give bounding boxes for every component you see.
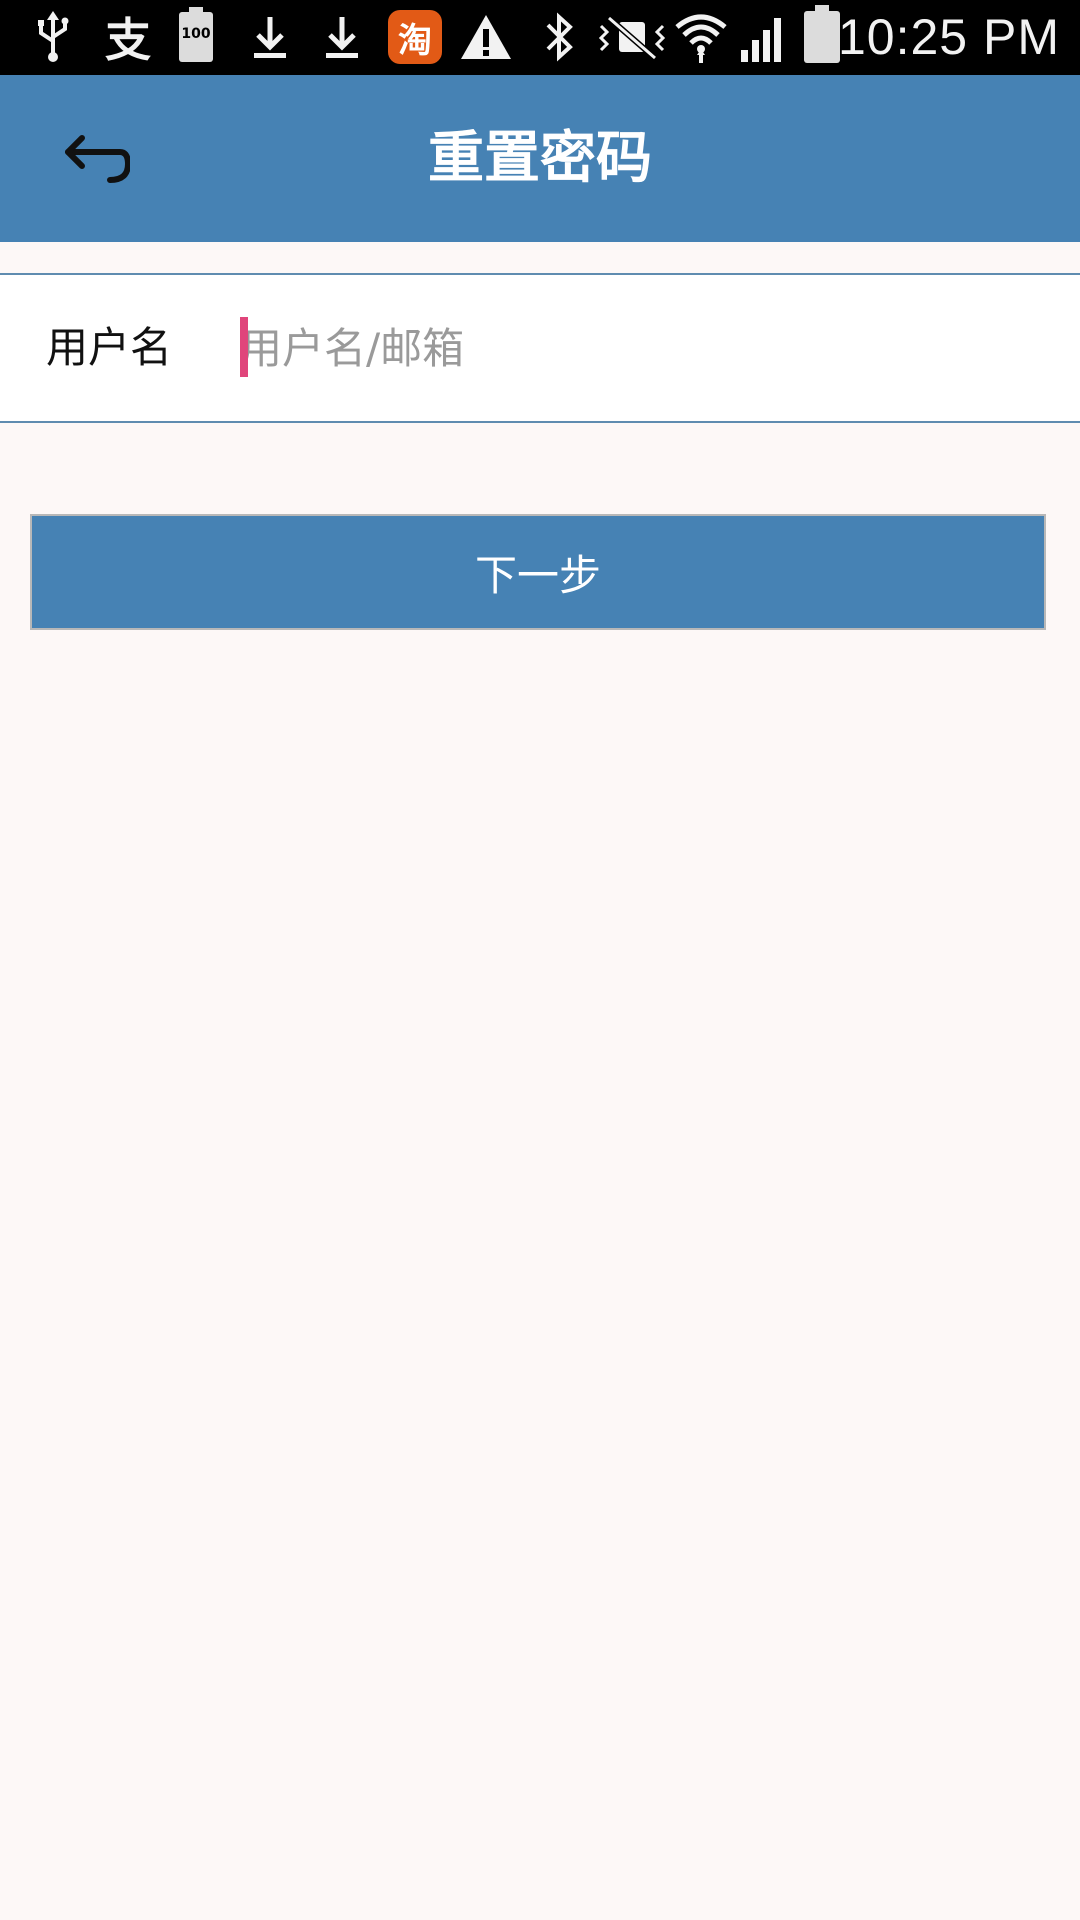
text-cursor	[240, 317, 248, 377]
taobao-icon: 淘	[386, 8, 444, 66]
taobao-glyph: 淘	[388, 10, 442, 64]
usb-icon	[28, 8, 78, 66]
wifi-icon	[674, 8, 728, 66]
download-icon	[320, 8, 364, 66]
page-title: 重置密码	[428, 126, 652, 191]
back-arrow-icon	[65, 135, 130, 183]
app-bar: 重置密码	[0, 75, 1080, 242]
status-bar: 支 100 淘 10:25 PM	[0, 0, 1080, 75]
username-input[interactable]	[240, 311, 1040, 385]
back-button[interactable]	[52, 117, 138, 203]
username-label: 用户名	[46, 323, 173, 372]
battery-level-text: 100	[181, 26, 211, 42]
warning-icon	[458, 8, 514, 66]
username-row: 用户名	[0, 273, 1080, 423]
signal-icon	[738, 8, 788, 66]
status-time: 10:25 PM	[837, 9, 1060, 65]
next-button[interactable]: 下一步	[30, 514, 1046, 630]
download-icon	[248, 8, 292, 66]
bluetooth-icon	[538, 8, 580, 66]
battery-100-icon: 100	[176, 7, 216, 66]
vibrate-icon	[596, 8, 668, 66]
alipay-icon: 支	[105, 13, 151, 67]
